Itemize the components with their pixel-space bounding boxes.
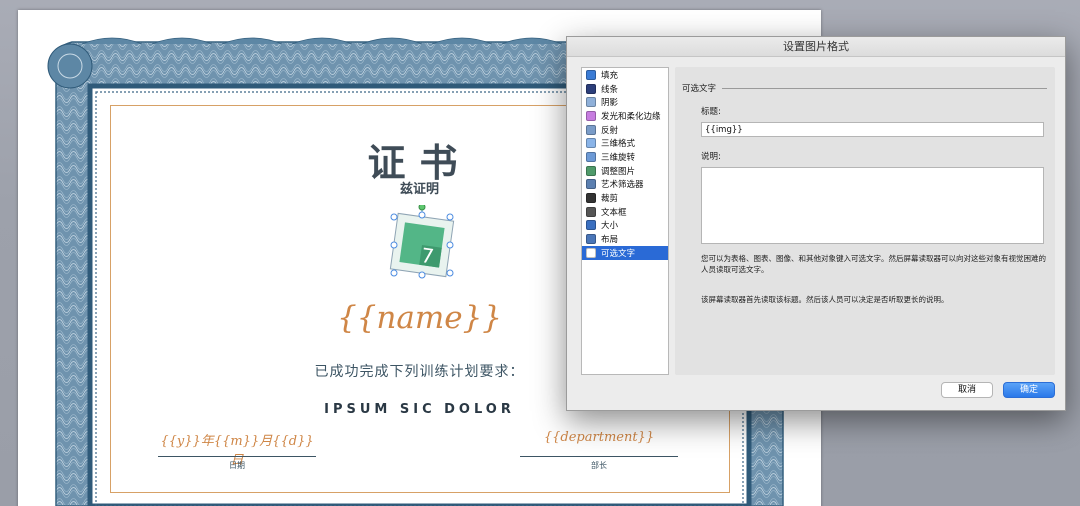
section-title: 可选文字 bbox=[682, 84, 717, 94]
alt-text-icon bbox=[586, 247, 596, 258]
category-list[interactable]: 填充线条阴影发光和柔化边缘 反射三维格式三维旋转调整图片艺术筛选器裁剪文本框大小布… bbox=[581, 67, 669, 375]
description-label: 说明: bbox=[701, 152, 721, 162]
category-label: 大小 bbox=[601, 221, 619, 232]
category-label: 反射 bbox=[601, 125, 619, 136]
category-item[interactable]: 调整图片 bbox=[582, 164, 668, 178]
category-label: 裁剪 bbox=[601, 194, 619, 205]
category-item[interactable]: 可选文字 bbox=[582, 245, 668, 260]
department-label: 部长 bbox=[591, 461, 607, 470]
category-label: 三维旋转 bbox=[601, 152, 636, 163]
category-item[interactable]: 线条 bbox=[582, 82, 668, 96]
3d-rotation-icon bbox=[586, 151, 596, 162]
size-icon bbox=[586, 220, 596, 231]
alt-text-panel: 可选文字 标题: 说明: 您可以为表格、图表、图像、和其他对象键入可选文字。然后… bbox=[675, 67, 1055, 375]
cancel-button[interactable]: 取消 bbox=[941, 382, 993, 398]
category-label: 布局 bbox=[601, 235, 619, 246]
category-item[interactable]: 反射 bbox=[582, 123, 668, 137]
reflection-icon bbox=[586, 124, 596, 135]
alt-title-input[interactable] bbox=[701, 122, 1044, 137]
category-item[interactable]: 阴影 bbox=[582, 95, 668, 109]
category-label: 填充 bbox=[601, 70, 619, 81]
layout-icon bbox=[586, 234, 596, 245]
date-label: 日期 bbox=[229, 461, 245, 470]
category-label: 文本框 bbox=[601, 207, 627, 218]
category-item[interactable]: 艺术筛选器 bbox=[582, 178, 668, 192]
adjust-picture-icon bbox=[586, 165, 596, 176]
category-item[interactable]: 裁剪 bbox=[582, 191, 668, 205]
category-item[interactable]: 大小 bbox=[582, 219, 668, 233]
category-label: 发光和柔化边缘 bbox=[601, 111, 661, 122]
shadow-icon bbox=[586, 97, 596, 108]
department-signature-line bbox=[520, 456, 678, 457]
format-picture-dialog: 设置图片格式 填充线条阴影发光和柔化边缘 反射三维格式三维旋转调整图片艺术筛选器裁… bbox=[566, 36, 1066, 411]
category-label: 可选文字 bbox=[601, 248, 636, 259]
department-placeholder: {{department}} bbox=[543, 430, 655, 445]
ok-button[interactable]: 确定 bbox=[1003, 382, 1055, 398]
crop-icon bbox=[586, 193, 596, 204]
help-text-2: 该屏幕读取器首先读取该标题。然后该人员可以决定是否听取更长的说明。 bbox=[701, 295, 949, 304]
category-item[interactable]: 布局 bbox=[582, 232, 668, 246]
section-divider bbox=[722, 87, 1047, 89]
section-header: 可选文字 bbox=[682, 82, 1047, 94]
3d-format-icon bbox=[586, 138, 596, 149]
glow-icon bbox=[586, 110, 596, 121]
category-label: 线条 bbox=[601, 84, 619, 95]
category-item[interactable]: 填充 bbox=[582, 68, 668, 82]
category-label: 三维格式 bbox=[601, 139, 636, 150]
category-item[interactable]: 三维旋转 bbox=[582, 150, 668, 164]
line-icon bbox=[586, 83, 596, 94]
help-text-1: 您可以为表格、图表、图像、和其他对象键入可选文字。然后屏幕读取器可以向对这些对象… bbox=[701, 254, 1046, 274]
category-item[interactable]: 文本框 bbox=[582, 205, 668, 219]
artistic-filter-icon bbox=[586, 179, 596, 190]
title-label: 标题: bbox=[701, 107, 721, 117]
rotate-handle bbox=[418, 203, 426, 211]
alt-description-input[interactable] bbox=[701, 167, 1044, 244]
dialog-title: 设置图片格式 bbox=[567, 37, 1065, 57]
text-box-icon bbox=[586, 206, 596, 217]
category-label: 调整图片 bbox=[601, 166, 636, 177]
category-item[interactable]: 发光和柔化边缘 bbox=[582, 109, 668, 123]
paint-bucket-icon bbox=[586, 69, 596, 80]
category-item[interactable]: 三维格式 bbox=[582, 136, 668, 150]
category-label: 艺术筛选器 bbox=[601, 180, 644, 191]
category-label: 阴影 bbox=[601, 98, 619, 109]
date-signature-line bbox=[158, 456, 316, 457]
selected-logo-image[interactable]: 7 bbox=[382, 203, 462, 285]
